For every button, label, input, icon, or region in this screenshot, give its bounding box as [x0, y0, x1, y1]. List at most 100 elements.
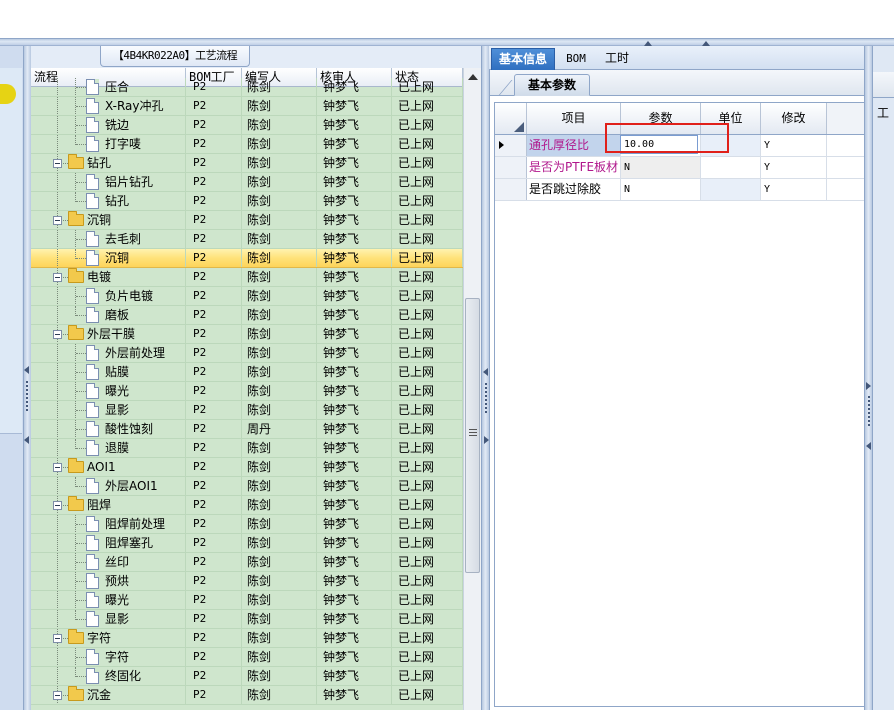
tree-node[interactable]: 字符: [31, 648, 186, 666]
collapse-toggle-icon[interactable]: [53, 216, 62, 225]
tree-node[interactable]: 外层前处理: [31, 344, 186, 362]
param-value-cell[interactable]: N: [621, 157, 701, 178]
tab-basic-params[interactable]: 基本参数: [514, 74, 590, 96]
tree-node[interactable]: 负片电镀: [31, 287, 186, 305]
tree-node[interactable]: 酸性蚀刻: [31, 420, 186, 438]
tree-step-row[interactable]: 字符 P2 陈剑 钟梦飞 已上网: [31, 648, 463, 667]
tree-node[interactable]: 磨板: [31, 306, 186, 324]
tree-step-row[interactable]: 退膜 P2 陈剑 钟梦飞 已上网: [31, 439, 463, 458]
top-splitter[interactable]: [0, 38, 894, 46]
param-value-cell[interactable]: N: [621, 179, 701, 200]
row-selector[interactable]: [495, 135, 527, 156]
column-header-modified[interactable]: 修改: [761, 103, 827, 134]
tree-node[interactable]: 铣边: [31, 116, 186, 134]
middle-collapse-arrow-icon[interactable]: [483, 368, 488, 376]
tree-step-row[interactable]: 阻焊塞孔 P2 陈剑 钟梦飞 已上网: [31, 534, 463, 553]
tree-node[interactable]: 预烘: [31, 572, 186, 590]
tree-step-row[interactable]: 曝光 P2 陈剑 钟梦飞 已上网: [31, 591, 463, 610]
tree-node[interactable]: 沉铜: [31, 249, 186, 267]
scroll-up-arrow-icon[interactable]: [468, 74, 478, 80]
tree-node[interactable]: 丝印: [31, 553, 186, 571]
tree-node[interactable]: 阻焊塞孔: [31, 534, 186, 552]
tree-step-row[interactable]: 阻焊前处理 P2 陈剑 钟梦飞 已上网: [31, 515, 463, 534]
right-splitter[interactable]: [864, 46, 872, 710]
collapse-toggle-icon[interactable]: [53, 159, 62, 168]
row-selector[interactable]: [495, 179, 527, 200]
param-modified-cell[interactable]: Y: [761, 179, 827, 200]
param-item-cell[interactable]: 是否为PTFE板材: [527, 157, 621, 178]
tree-node[interactable]: 钻孔: [31, 192, 186, 210]
scrollbar-thumb[interactable]: [465, 298, 480, 573]
collapse-toggle-icon[interactable]: [53, 691, 62, 700]
collapse-toggle-icon[interactable]: [53, 463, 62, 472]
tree-node[interactable]: 曝光: [31, 591, 186, 609]
tree-node[interactable]: 沉铜: [31, 211, 186, 229]
tree-node[interactable]: 贴膜: [31, 363, 186, 381]
tree-step-row[interactable]: X-Ray冲孔 P2 陈剑 钟梦飞 已上网: [31, 97, 463, 116]
param-unit-cell[interactable]: [701, 179, 761, 200]
tree-folder-row[interactable]: 电镀 P2 陈剑 钟梦飞 已上网: [31, 268, 463, 287]
tree-step-row[interactable]: 打字唛 P2 陈剑 钟梦飞 已上网: [31, 135, 463, 154]
tree-node[interactable]: 钻孔: [31, 154, 186, 172]
tree-node[interactable]: 阻焊: [31, 496, 186, 514]
tree-step-row[interactable]: 沉铜 P2 陈剑 钟梦飞 已上网: [31, 249, 463, 268]
left-collapse-arrow-icon-2[interactable]: [24, 436, 29, 444]
process-tree-title-tab[interactable]: 【4B4KR022A0】工艺流程: [100, 46, 250, 67]
tree-folder-row[interactable]: 钻孔 P2 陈剑 钟梦飞 已上网: [31, 154, 463, 173]
tree-node[interactable]: 外层干膜: [31, 325, 186, 343]
tree-node[interactable]: 压合: [31, 78, 186, 96]
tree-step-row[interactable]: 贴膜 P2 陈剑 钟梦飞 已上网: [31, 363, 463, 382]
tree-node[interactable]: AOI1: [31, 458, 186, 476]
tree-folder-row[interactable]: 字符 P2 陈剑 钟梦飞 已上网: [31, 629, 463, 648]
tree-vertical-scrollbar[interactable]: [463, 68, 481, 710]
tab-work-hours[interactable]: 工时: [599, 48, 635, 70]
collapse-toggle-icon[interactable]: [53, 501, 62, 510]
tree-node[interactable]: 字符: [31, 629, 186, 647]
param-row[interactable]: 是否跳过除胶 N Y: [495, 179, 867, 201]
tree-step-row[interactable]: 负片电镀 P2 陈剑 钟梦飞 已上网: [31, 287, 463, 306]
tree-node[interactable]: 终固化: [31, 667, 186, 685]
tree-step-row[interactable]: 铝片钻孔 P2 陈剑 钟梦飞 已上网: [31, 173, 463, 192]
collapse-toggle-icon[interactable]: [53, 273, 62, 282]
right-expand-arrow-icon[interactable]: [866, 442, 871, 450]
tree-folder-row[interactable]: 沉铜 P2 陈剑 钟梦飞 已上网: [31, 211, 463, 230]
middle-splitter-grip[interactable]: [485, 383, 487, 415]
tree-node[interactable]: 电镀: [31, 268, 186, 286]
tree-node[interactable]: 打字唛: [31, 135, 186, 153]
tree-folder-row[interactable]: AOI1 P2 陈剑 钟梦飞 已上网: [31, 458, 463, 477]
tree-node[interactable]: 显影: [31, 610, 186, 628]
tree-step-row[interactable]: 外层AOI1 P2 陈剑 钟梦飞 已上网: [31, 477, 463, 496]
tree-step-row[interactable]: 显影 P2 陈剑 钟梦飞 已上网: [31, 401, 463, 420]
top-splitter-grip[interactable]: [650, 40, 702, 44]
tree-step-row[interactable]: 丝印 P2 陈剑 钟梦飞 已上网: [31, 553, 463, 572]
row-selector-header[interactable]: [495, 103, 527, 134]
select-all-corner-icon[interactable]: [514, 122, 524, 132]
param-row[interactable]: 是否为PTFE板材 N Y: [495, 157, 867, 179]
right-collapse-arrow-icon[interactable]: [866, 382, 871, 390]
tree-step-row[interactable]: 铣边 P2 陈剑 钟梦飞 已上网: [31, 116, 463, 135]
tree-node[interactable]: 阻焊前处理: [31, 515, 186, 533]
tree-node[interactable]: 外层AOI1: [31, 477, 186, 495]
tree-folder-row[interactable]: 外层干膜 P2 陈剑 钟梦飞 已上网: [31, 325, 463, 344]
left-collapse-arrow-icon[interactable]: [24, 366, 29, 374]
tab-basic-info[interactable]: 基本信息: [491, 48, 555, 70]
tree-step-row[interactable]: 去毛刺 P2 陈剑 钟梦飞 已上网: [31, 230, 463, 249]
param-item-cell[interactable]: 是否跳过除胶: [527, 179, 621, 200]
tree-node[interactable]: X-Ray冲孔: [31, 97, 186, 115]
tree-step-row[interactable]: 终固化 P2 陈剑 钟梦飞 已上网: [31, 667, 463, 686]
row-selector[interactable]: [495, 157, 527, 178]
tree-step-row[interactable]: 预烘 P2 陈剑 钟梦飞 已上网: [31, 572, 463, 591]
tree-node[interactable]: 曝光: [31, 382, 186, 400]
param-modified-cell[interactable]: Y: [761, 135, 827, 156]
tree-node[interactable]: 沉金: [31, 686, 186, 704]
tree-node[interactable]: 去毛刺: [31, 230, 186, 248]
collapse-toggle-icon[interactable]: [53, 634, 62, 643]
tree-folder-row[interactable]: 沉金 P2 陈剑 钟梦飞 已上网: [31, 686, 463, 705]
param-unit-cell[interactable]: [701, 157, 761, 178]
middle-splitter[interactable]: [481, 46, 489, 710]
tree-node[interactable]: 退膜: [31, 439, 186, 457]
tree-step-row[interactable]: 曝光 P2 陈剑 钟梦飞 已上网: [31, 382, 463, 401]
right-splitter-grip[interactable]: [868, 396, 870, 428]
tree-step-row[interactable]: 显影 P2 陈剑 钟梦飞 已上网: [31, 610, 463, 629]
tree-step-row[interactable]: 压合 P2 陈剑 钟梦飞 已上网: [31, 78, 463, 97]
